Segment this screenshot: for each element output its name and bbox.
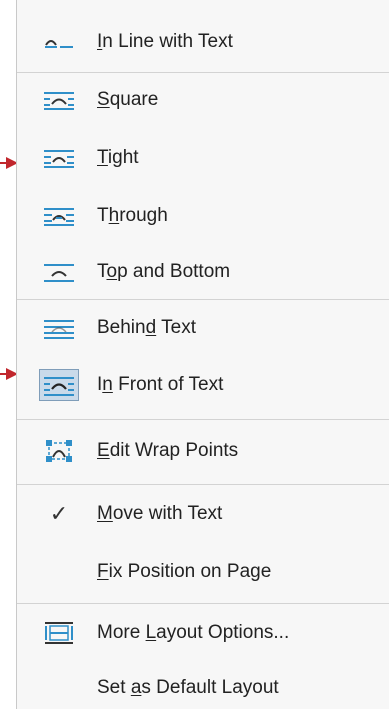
menu-item-behind-text[interactable]: Behind Text [17,302,389,354]
edit-wrap-points-icon [39,436,79,466]
menu-separator [17,484,389,485]
inline-text-icon [39,27,79,57]
menu-item-square[interactable]: Square [17,74,389,126]
menu-item-label: Set as Default Layout [97,677,279,698]
menu-item-move-with-text[interactable]: ✓ Move with Text [17,488,389,540]
menu-item-label: In Front of Text [97,374,224,395]
menu-item-label: Edit Wrap Points [97,440,239,461]
menu-separator [17,419,389,420]
menu-item-label: Behind Text [97,317,196,338]
menu-item-label: More Layout Options... [97,622,290,643]
menu-separator [17,299,389,300]
menu-separator [17,72,389,73]
menu-item-in-front-of-text[interactable]: In Front of Text [17,359,389,411]
menu-separator [17,603,389,604]
tight-wrap-icon [39,143,79,173]
menu-item-label: Tight [97,147,139,168]
menu-item-edit-wrap-points[interactable]: Edit Wrap Points [17,425,389,477]
menu-item-label: In Line with Text [97,31,233,52]
menu-item-through[interactable]: Through [17,190,389,242]
menu-item-label: Through [97,205,168,226]
menu-item-label: Move with Text [97,503,223,524]
menu-item-more-layout-options[interactable]: More Layout Options... [17,607,389,659]
behind-text-icon [39,313,79,343]
checkmark-glyph: ✓ [49,501,69,526]
menu-item-in-line-with-text[interactable]: In Line with Text [17,16,389,68]
through-wrap-icon [39,201,79,231]
checkmark-icon: ✓ [39,499,79,529]
in-front-text-icon [39,369,79,401]
layout-options-icon [39,618,79,648]
square-wrap-icon [39,85,79,115]
menu-item-label: Square [97,89,159,110]
menu-item-label: Fix Position on Page [97,561,272,582]
top-bottom-wrap-icon [39,257,79,287]
wrap-text-menu: In Line with Text Square Tight Through T… [16,0,389,709]
menu-item-set-as-default-layout[interactable]: Set as Default Layout [17,662,389,714]
menu-item-top-and-bottom[interactable]: Top and Bottom [17,246,389,298]
menu-item-fix-position-on-page[interactable]: Fix Position on Page [17,546,389,598]
menu-item-tight[interactable]: Tight [17,132,389,184]
menu-item-label: Top and Bottom [97,261,231,282]
